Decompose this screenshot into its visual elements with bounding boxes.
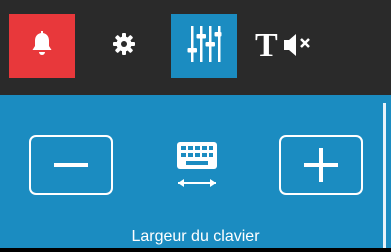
gear-icon — [112, 32, 136, 61]
toolbar: T — [0, 0, 391, 95]
bottom-edge — [0, 248, 391, 252]
text-mute-icon: T — [254, 27, 318, 66]
keyboard-width-panel: Largeur du clavier — [0, 95, 391, 252]
text-mute-button[interactable]: T — [248, 14, 324, 78]
notifications-button[interactable] — [9, 14, 75, 78]
increase-width-button[interactable] — [279, 135, 363, 195]
decrease-width-button[interactable] — [29, 135, 113, 195]
keyboard-width-icon — [165, 139, 229, 193]
plus-icon — [304, 148, 338, 182]
sliders-button[interactable] — [171, 14, 237, 78]
bell-icon — [30, 30, 54, 62]
sliders-icon — [186, 24, 222, 69]
minus-icon — [54, 163, 88, 167]
keyboard-width-label: Largeur du clavier — [131, 228, 260, 245]
svg-text:T: T — [255, 27, 278, 61]
settings-button[interactable] — [91, 14, 157, 78]
